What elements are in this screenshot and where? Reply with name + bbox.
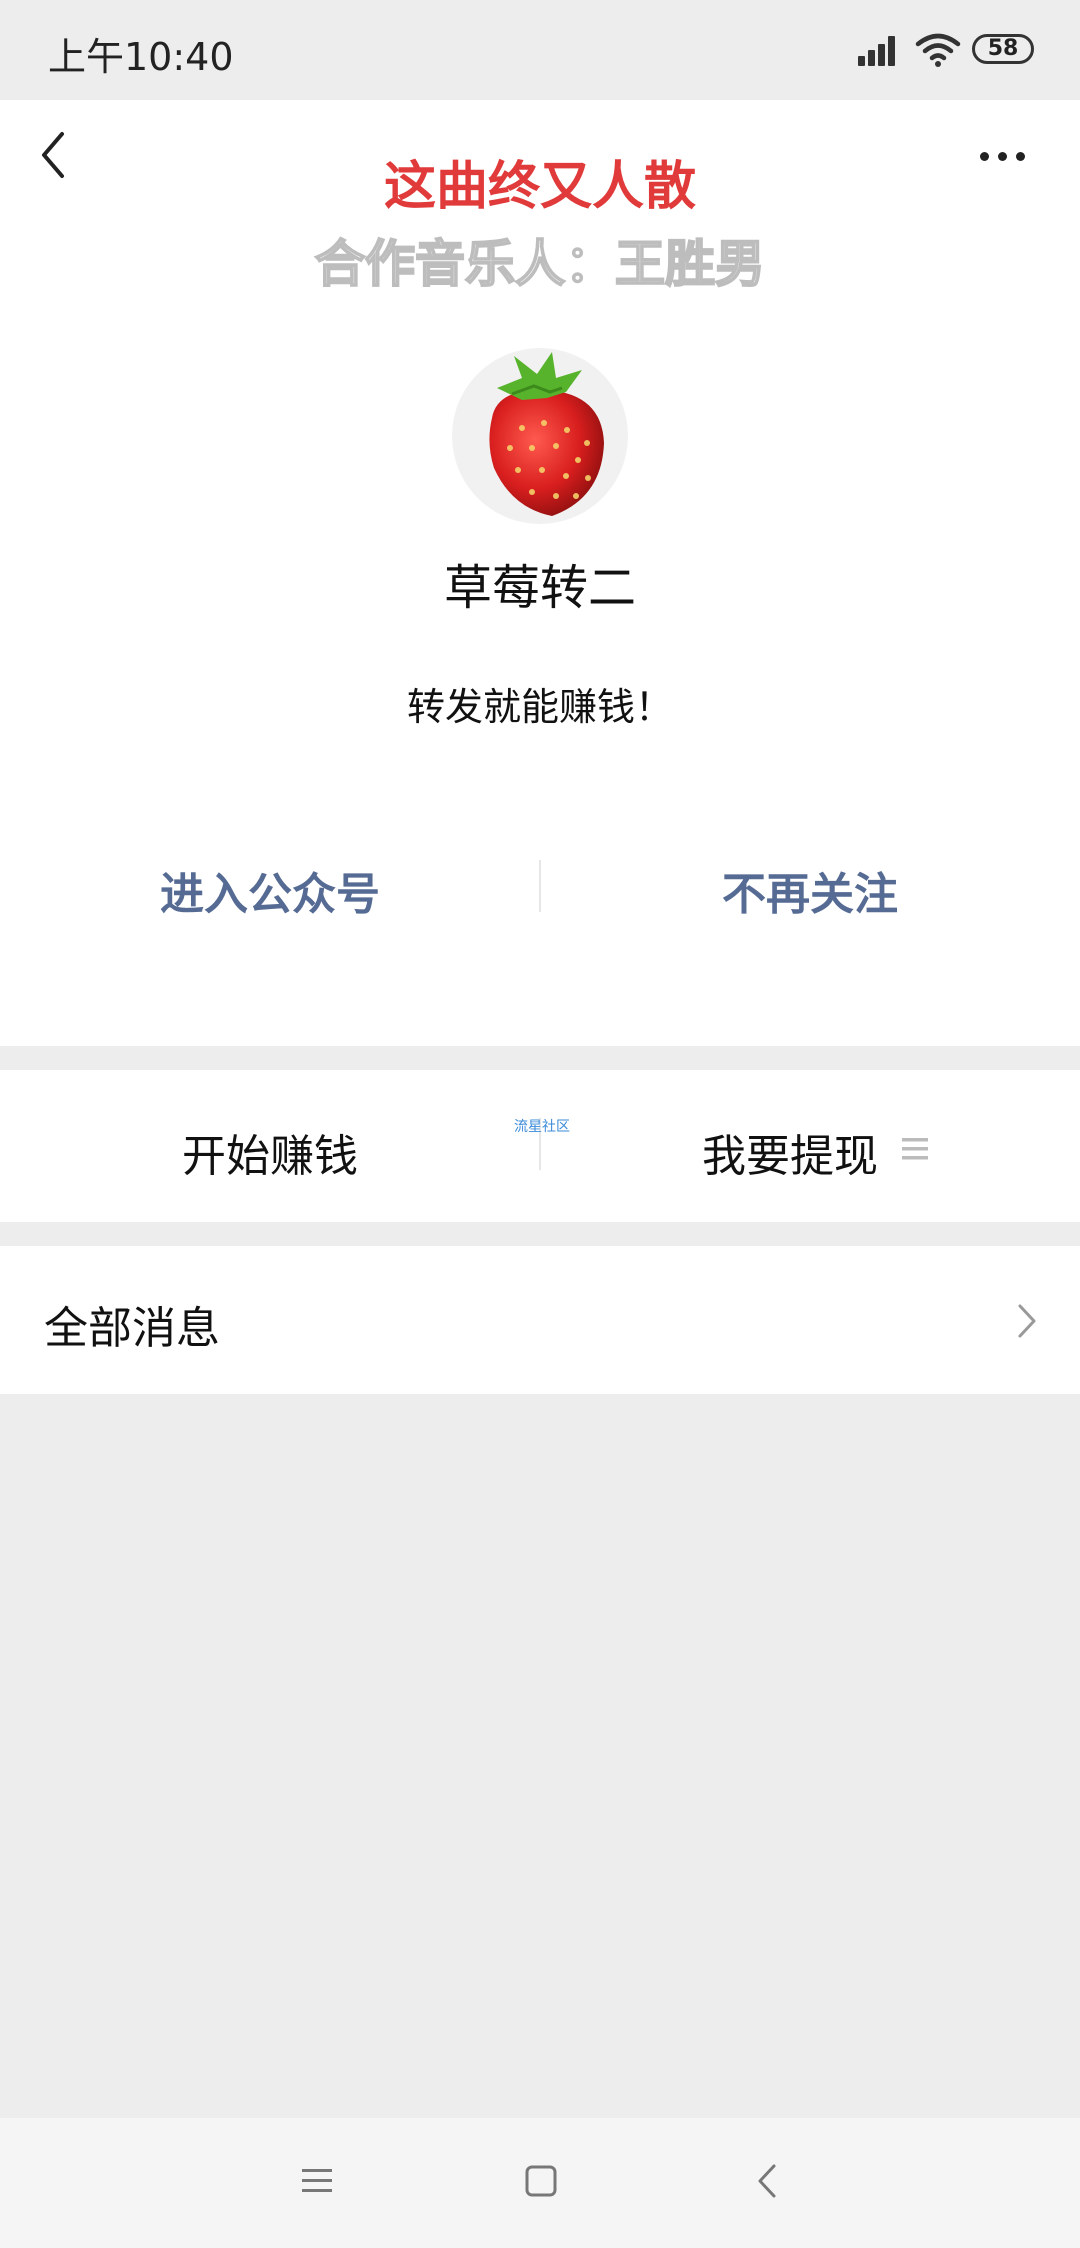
signal-icon [858, 36, 898, 66]
status-time: 上午10:40 [48, 35, 234, 79]
menu-item-start-earning[interactable]: 开始赚钱 [0, 1120, 540, 1184]
home-icon[interactable] [524, 2164, 558, 2198]
song-subtitle: 合作音乐人：王胜男 [314, 234, 766, 294]
unfollow-button[interactable]: 不再关注 [540, 858, 1080, 922]
account-description: 转发就能赚钱！ [406, 685, 673, 729]
song-title: 这曲终又人散 [383, 157, 696, 217]
list-lines-icon [902, 1138, 928, 1160]
system-nav-bar [0, 2118, 1080, 2248]
enter-account-button[interactable]: 进入公众号 [0, 858, 540, 922]
chevron-right-icon [1018, 1304, 1036, 1338]
recent-apps-icon[interactable] [300, 2164, 334, 2198]
all-messages-label: 全部消息 [44, 1303, 220, 1354]
strawberry-icon [489, 352, 604, 516]
battery-indicator: 58 [972, 34, 1034, 64]
menu-item-withdraw[interactable]: 我要提现 [520, 1120, 1060, 1184]
account-name: 草莓转二 [443, 560, 636, 616]
strawberry-avatar [452, 348, 628, 524]
wifi-icon [915, 33, 961, 67]
status-bar: 上午10:40 58 [0, 0, 1080, 100]
back-nav-icon[interactable] [752, 2162, 782, 2200]
